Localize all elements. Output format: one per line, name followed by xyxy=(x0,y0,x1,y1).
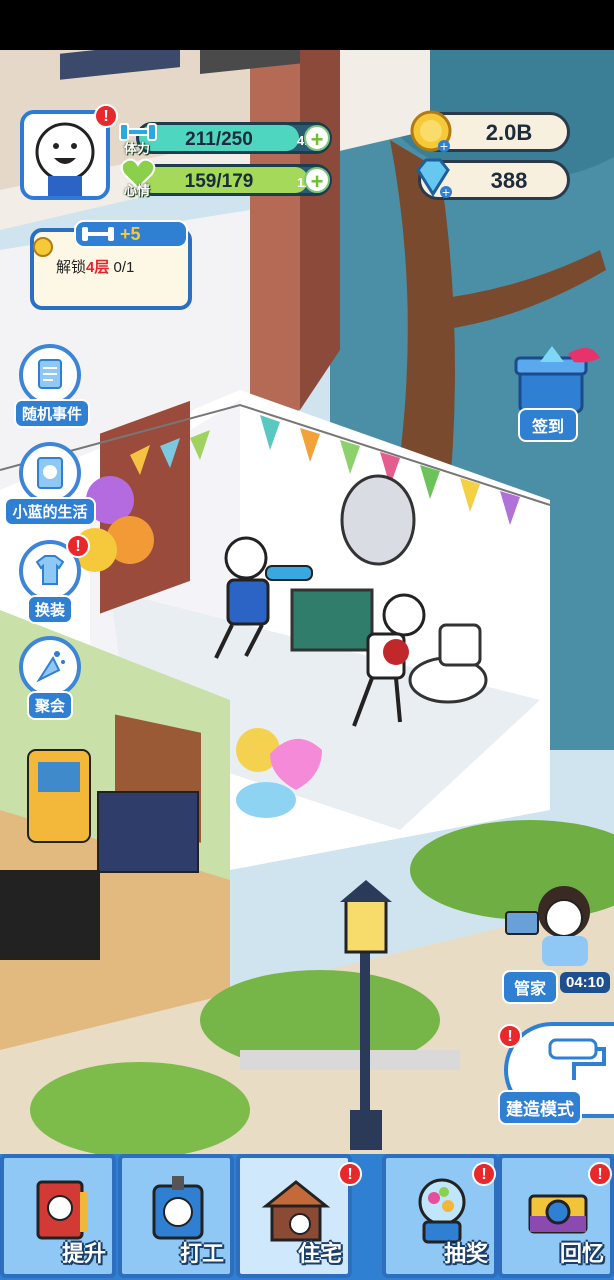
face-notebook-icon xyxy=(19,442,81,504)
nav-label: 回忆 xyxy=(559,1241,604,1266)
stamina-plus-button[interactable]: + xyxy=(304,125,330,152)
side-button-random-event[interactable]: 随机事件 xyxy=(14,344,91,428)
game-scene[interactable]: ! 211/250 41s 体力 + 159/179 11s 心情 + 2.0B… xyxy=(0,50,614,1154)
quest-dumbbell-icon xyxy=(82,227,114,241)
side-button-label: 换装 xyxy=(26,595,73,624)
mood-value: 159/179 xyxy=(184,171,254,192)
build-alert-badge: ! xyxy=(498,1024,522,1048)
butler-portrait-icon xyxy=(505,886,590,966)
nav-tab-home[interactable]: 住宅 ! xyxy=(236,1154,362,1278)
nav-tab-memory[interactable]: 回忆 ! xyxy=(498,1154,614,1278)
gem-amount: 388 xyxy=(490,168,528,193)
coin-icon: + xyxy=(410,110,452,153)
quest-prefix: 解锁 xyxy=(56,259,87,276)
status-bar xyxy=(0,0,614,50)
party-popper-icon xyxy=(19,636,81,698)
side-button-label: 聚会 xyxy=(26,691,73,720)
player-avatar[interactable]: ! xyxy=(20,104,118,200)
quest-reward: +5 xyxy=(120,224,141,244)
build-mode-button[interactable]: 建造模式 ! xyxy=(494,1022,614,1125)
quest-progress: 0/1 xyxy=(113,259,135,276)
nav-tab-work[interactable]: 打工 xyxy=(118,1154,234,1278)
build-mode-label: 建造模式 xyxy=(498,1090,582,1125)
notepad-icon xyxy=(19,344,81,406)
quest-floor: 4层 xyxy=(86,259,110,276)
coin-amount: 2.0B xyxy=(485,120,533,145)
side-button-life[interactable]: 小蓝的生活 xyxy=(4,442,96,526)
stamina-bar: 211/250 41s xyxy=(136,122,332,154)
mood-label: 心情 xyxy=(124,183,151,198)
gem-icon: + xyxy=(416,158,452,199)
nav-label: 打工 xyxy=(179,1241,224,1266)
butler-label: 管家 xyxy=(502,970,559,1004)
checkin-button[interactable]: 签到 xyxy=(510,340,606,442)
player-face-icon xyxy=(35,122,95,196)
mood-bar: 159/179 11s xyxy=(136,164,332,196)
nav-label: 提升 xyxy=(61,1241,106,1266)
home-alert-badge: ! xyxy=(338,1162,362,1186)
quest-coin-icon xyxy=(33,237,53,257)
bottom-nav: 提升 打工 住宅 ! 抽奖 ! 回忆 ! xyxy=(0,1154,614,1280)
quest-reward-tag: +5 xyxy=(74,220,188,248)
nav-tab-lottery[interactable]: 抽奖 ! xyxy=(382,1154,498,1278)
quest-text: 解锁4层 0/1 xyxy=(56,256,134,277)
checkin-label: 签到 xyxy=(518,408,579,442)
memory-alert-badge: ! xyxy=(588,1162,612,1186)
side-button-label: 随机事件 xyxy=(14,399,91,428)
nav-label: 抽奖 xyxy=(443,1241,488,1266)
outfit-alert-badge: ! xyxy=(66,534,90,558)
side-button-label: 小蓝的生活 xyxy=(4,497,96,526)
nav-label: 住宅 xyxy=(297,1241,342,1266)
stamina-value: 211/250 xyxy=(185,129,253,150)
paint-roller-icon xyxy=(548,1038,606,1080)
avatar-alert-badge: ! xyxy=(94,104,118,128)
butler-timer: 04:10 xyxy=(560,972,611,993)
svg-text:+: + xyxy=(439,140,448,153)
svg-text:+: + xyxy=(441,186,450,199)
nav-tab-upgrade[interactable]: 提升 xyxy=(0,1154,116,1278)
side-button-outfit[interactable]: 换装 ! xyxy=(14,534,90,624)
lottery-alert-badge: ! xyxy=(472,1162,496,1186)
butler-button[interactable]: 管家 04:10 xyxy=(502,872,612,1004)
side-button-party[interactable]: 聚会 xyxy=(14,636,86,720)
mood-plus-button[interactable]: + xyxy=(304,167,330,194)
